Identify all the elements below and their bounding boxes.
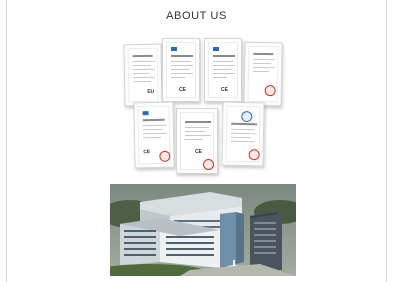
office-building-image: [110, 184, 296, 276]
certificate-2: CE: [162, 38, 200, 102]
certificate-3: CE: [204, 38, 242, 102]
certificate-1: EU: [123, 43, 163, 107]
certificate-5: CE: [133, 101, 175, 169]
certificate-7: [221, 101, 265, 167]
certificate-4: [243, 41, 283, 107]
certificate-6: CE: [176, 108, 218, 174]
section-title: ABOUT US: [166, 10, 227, 22]
left-divider: [6, 0, 7, 282]
about-us-page: ABOUT US EU CE CE CE CE: [0, 0, 393, 282]
right-divider: [386, 0, 387, 282]
certificates-gallery: EU CE CE CE CE: [110, 34, 290, 174]
